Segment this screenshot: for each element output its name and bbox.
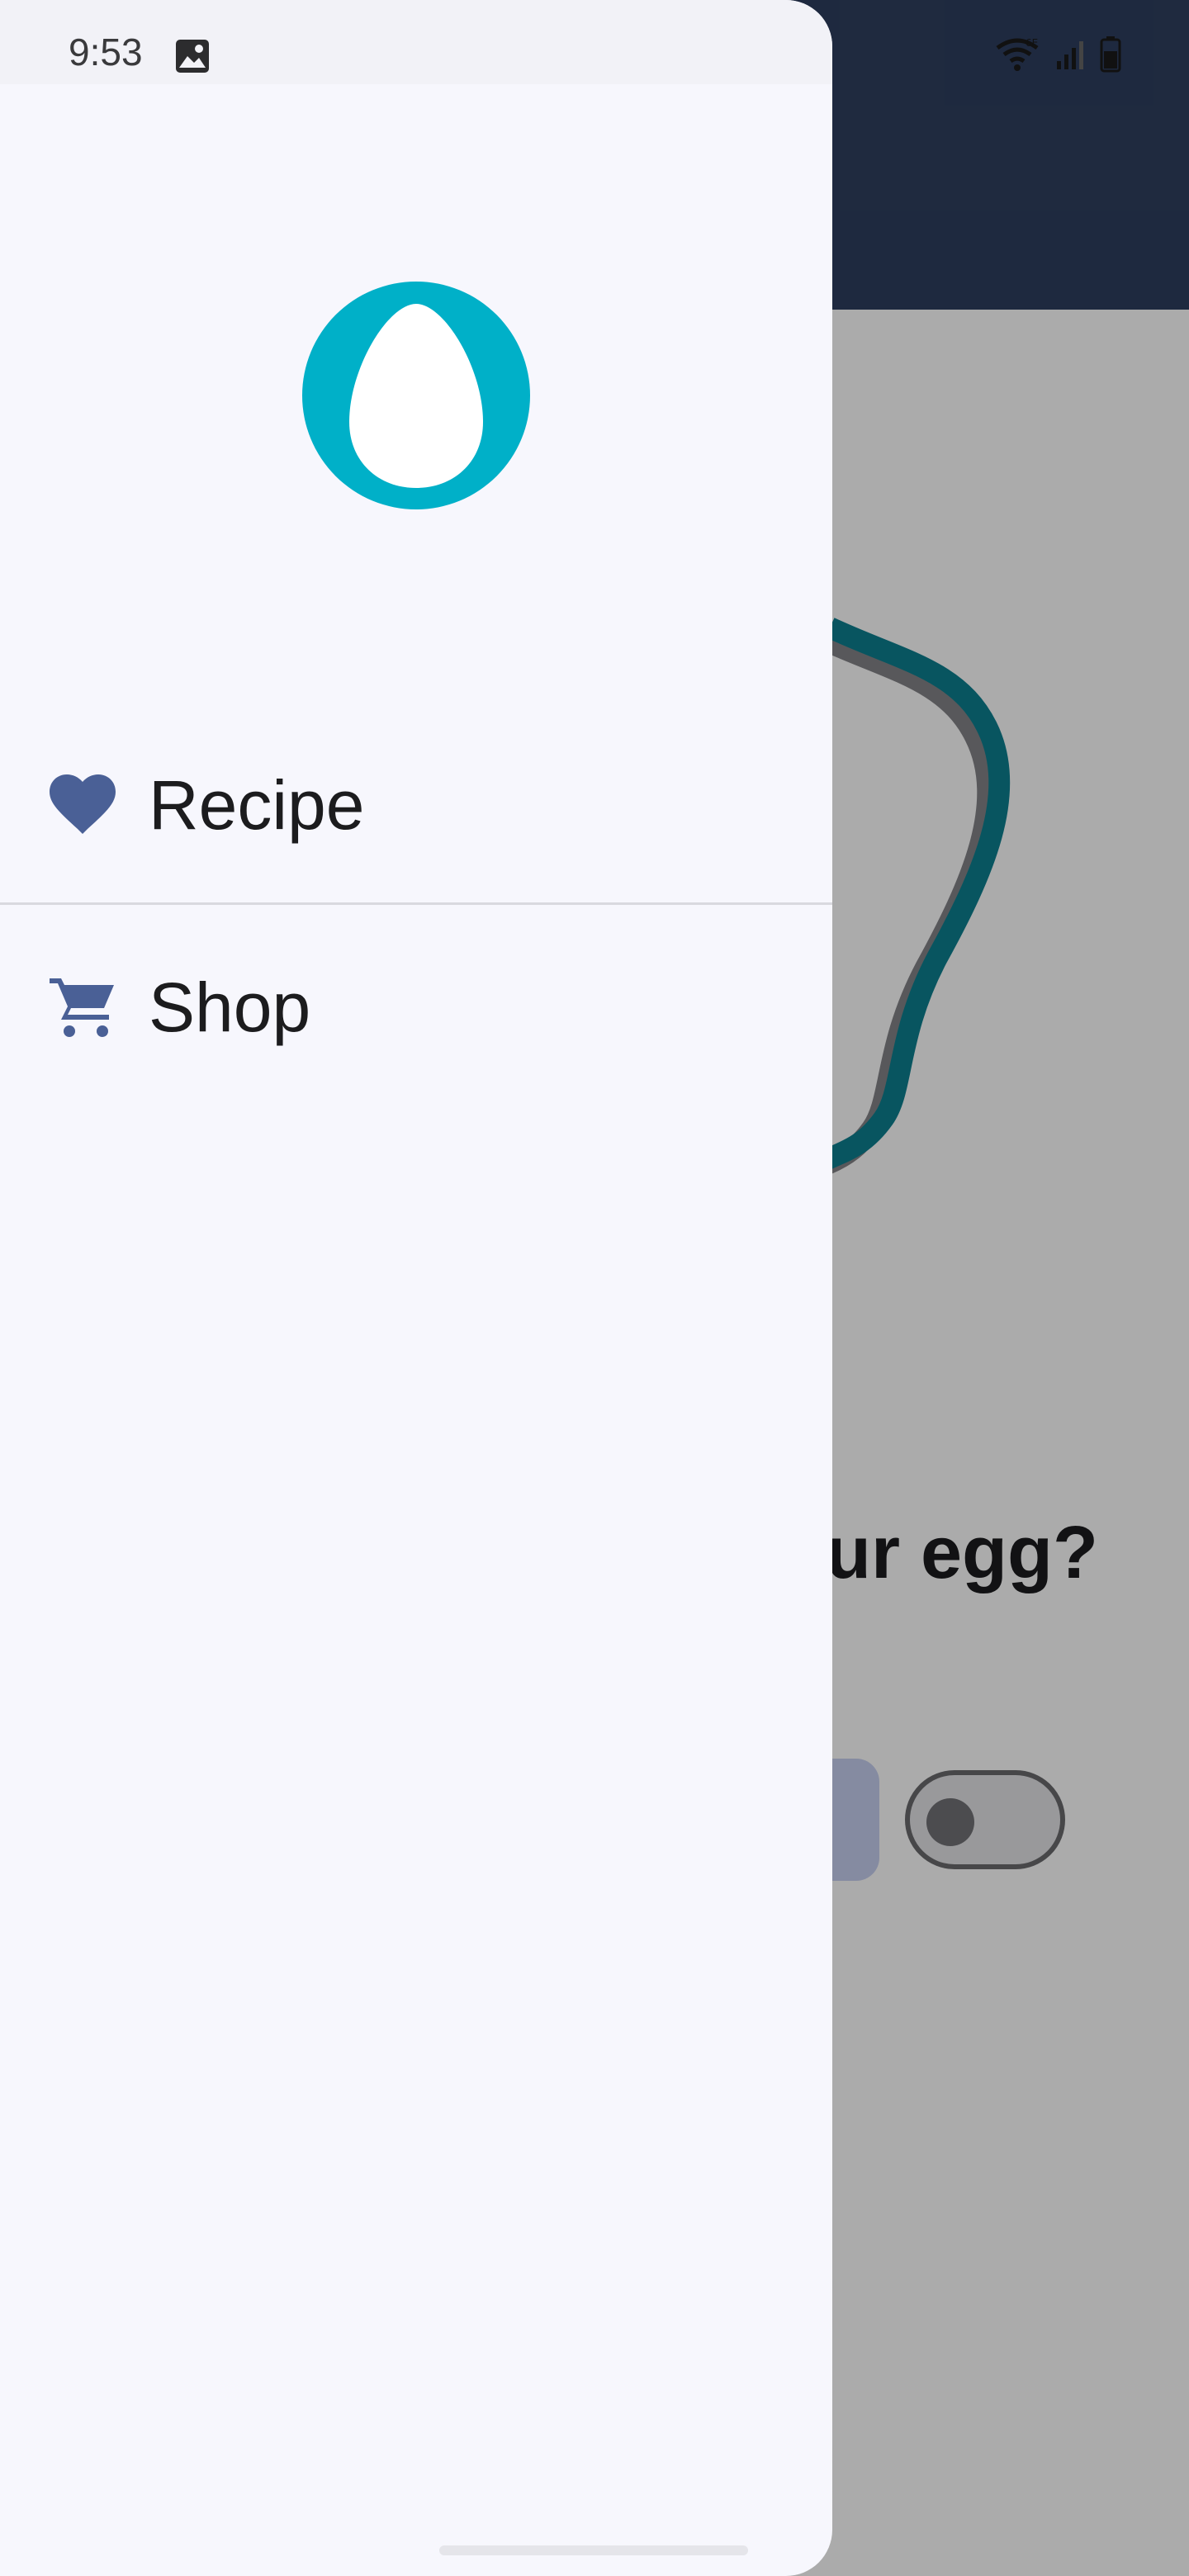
svg-text:6E: 6E: [1026, 37, 1038, 49]
drawer-item-label: Recipe: [149, 765, 365, 844]
cart-icon: [50, 978, 114, 1037]
drawer-item-label: Shop: [149, 968, 311, 1046]
battery-icon: [1100, 36, 1121, 73]
home-indicator[interactable]: [439, 2545, 748, 2555]
drawer-item-shop[interactable]: Shop: [0, 941, 832, 1073]
gallery-icon: [176, 40, 209, 73]
status-icons: 6E: [994, 36, 1121, 73]
drawer-item-recipe[interactable]: Recipe: [0, 739, 832, 871]
status-bar: 9:53: [0, 0, 832, 84]
cellular-signal-icon: [1057, 41, 1083, 69]
egg-logo-icon: [302, 282, 530, 509]
navigation-drawer: 9:53 Recipe Shop: [0, 0, 832, 2576]
heart-icon: [50, 774, 116, 834]
drawer-divider: [0, 902, 832, 905]
wifi-6e-icon: 6E: [996, 37, 1039, 71]
status-time: 9:53: [69, 31, 143, 73]
